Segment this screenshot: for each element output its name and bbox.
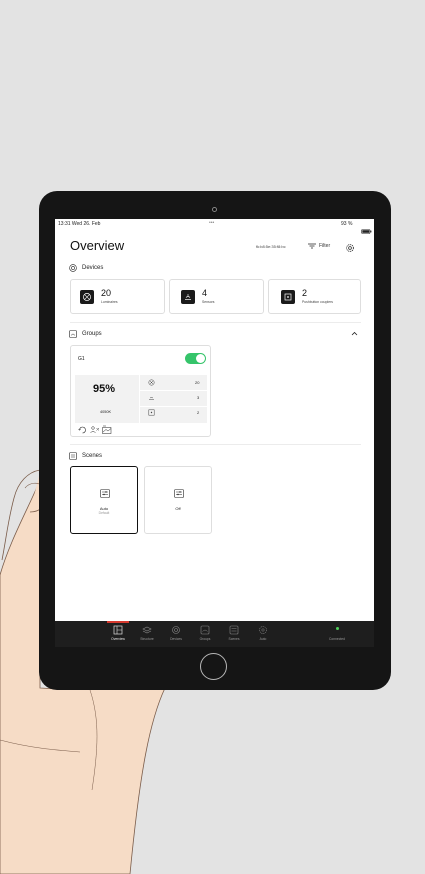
battery-icon xyxy=(361,221,372,234)
luminaires-label: Luminaires xyxy=(101,300,118,304)
luminaires-count: 20 xyxy=(101,288,112,298)
settings-button[interactable] xyxy=(345,240,355,252)
status-dots: ••• xyxy=(209,220,215,226)
stats-row-divider xyxy=(139,390,207,391)
pushbutton-icon xyxy=(148,409,155,416)
scenes-section-icon xyxy=(69,452,77,460)
toggle-knob xyxy=(196,354,205,363)
stats-row-divider xyxy=(139,406,207,407)
group-luminaires-count: 20 xyxy=(195,380,200,385)
group-stats-panel: 95% 4050K 20 3 2 xyxy=(75,375,207,423)
scene-icon xyxy=(174,489,184,498)
connection-status: Connected xyxy=(329,637,345,641)
nav-label: Auto xyxy=(259,637,267,641)
front-camera xyxy=(212,207,217,212)
group-cct: 4050K xyxy=(100,410,111,414)
scene-icon xyxy=(100,489,110,498)
app-screen: 13:31 Wed 26. Feb ••• 93 % Overview fk:b… xyxy=(55,219,374,647)
nav-item-auto[interactable]: Auto xyxy=(246,621,280,647)
group-name: G1 xyxy=(78,356,85,362)
sensor-icon xyxy=(181,290,195,304)
section-divider xyxy=(70,444,361,445)
devices-section-icon xyxy=(69,264,77,272)
group-toggle[interactable] xyxy=(185,353,206,364)
scene-name: Off xyxy=(175,506,181,511)
sensors-label: Sensors xyxy=(202,300,215,304)
filter-label: Filter xyxy=(319,243,331,249)
page-title: Overview xyxy=(70,238,125,253)
pushbutton-icon xyxy=(281,290,295,304)
luminaire-icon xyxy=(80,290,94,304)
stats-divider xyxy=(139,375,140,423)
bottom-navigation: Overview Structure Devices Groups Scenes… xyxy=(55,621,374,647)
scene-subtitle: Default xyxy=(98,511,110,515)
device-card-sensors[interactable]: 4 Sensors xyxy=(169,279,264,314)
groups-icon xyxy=(200,625,210,635)
status-time-date: 13:31 Wed 26. Feb xyxy=(58,221,101,227)
scenes-section-title: Scenes xyxy=(82,453,103,459)
group-pushbuttons-count: 2 xyxy=(197,410,200,415)
sensor-icon xyxy=(149,397,154,400)
presence-icon xyxy=(90,426,100,434)
luminaire-icon xyxy=(148,379,155,386)
filter-icon xyxy=(308,243,316,249)
group-sensors-count: 3 xyxy=(197,395,200,400)
device-card-luminaires[interactable]: 20 Luminaires xyxy=(70,279,165,314)
sensors-count: 4 xyxy=(202,288,208,298)
device-card-pushbuttons[interactable]: 2 Pushbutton couplers xyxy=(268,279,361,314)
chevron-up-icon[interactable] xyxy=(351,331,358,336)
scenes-icon xyxy=(229,625,239,635)
pushbuttons-label: Pushbutton couplers xyxy=(302,300,333,304)
connected-indicator-dot xyxy=(336,627,339,630)
groups-section-icon xyxy=(69,330,77,338)
groups-section-title: Groups xyxy=(82,331,102,337)
scene-card-off[interactable]: Off xyxy=(144,466,212,534)
group-card-g1[interactable]: G1 95% 4050K 20 3 2 xyxy=(70,345,211,437)
devices-section-title: Devices xyxy=(82,265,104,271)
filter-button[interactable]: Filter xyxy=(308,242,338,250)
daylight-icon xyxy=(102,425,112,434)
pushbuttons-count: 2 xyxy=(302,288,308,298)
group-level: 95% xyxy=(93,383,116,395)
section-divider xyxy=(70,322,361,323)
overview-icon xyxy=(113,625,123,635)
auto-icon xyxy=(259,626,267,634)
device-id: fk:b8:5e:35:f8:bc xyxy=(256,244,286,249)
sync-icon xyxy=(78,426,86,434)
scene-card-auto[interactable]: Auto Default xyxy=(70,466,138,534)
devices-icon xyxy=(172,626,180,634)
scene: 13:31 Wed 26. Feb ••• 93 % Overview fk:b… xyxy=(0,0,425,874)
gear-icon xyxy=(346,244,354,252)
home-button[interactable] xyxy=(200,653,227,680)
battery-percent: 93 % xyxy=(341,221,353,227)
structure-icon xyxy=(142,626,152,634)
